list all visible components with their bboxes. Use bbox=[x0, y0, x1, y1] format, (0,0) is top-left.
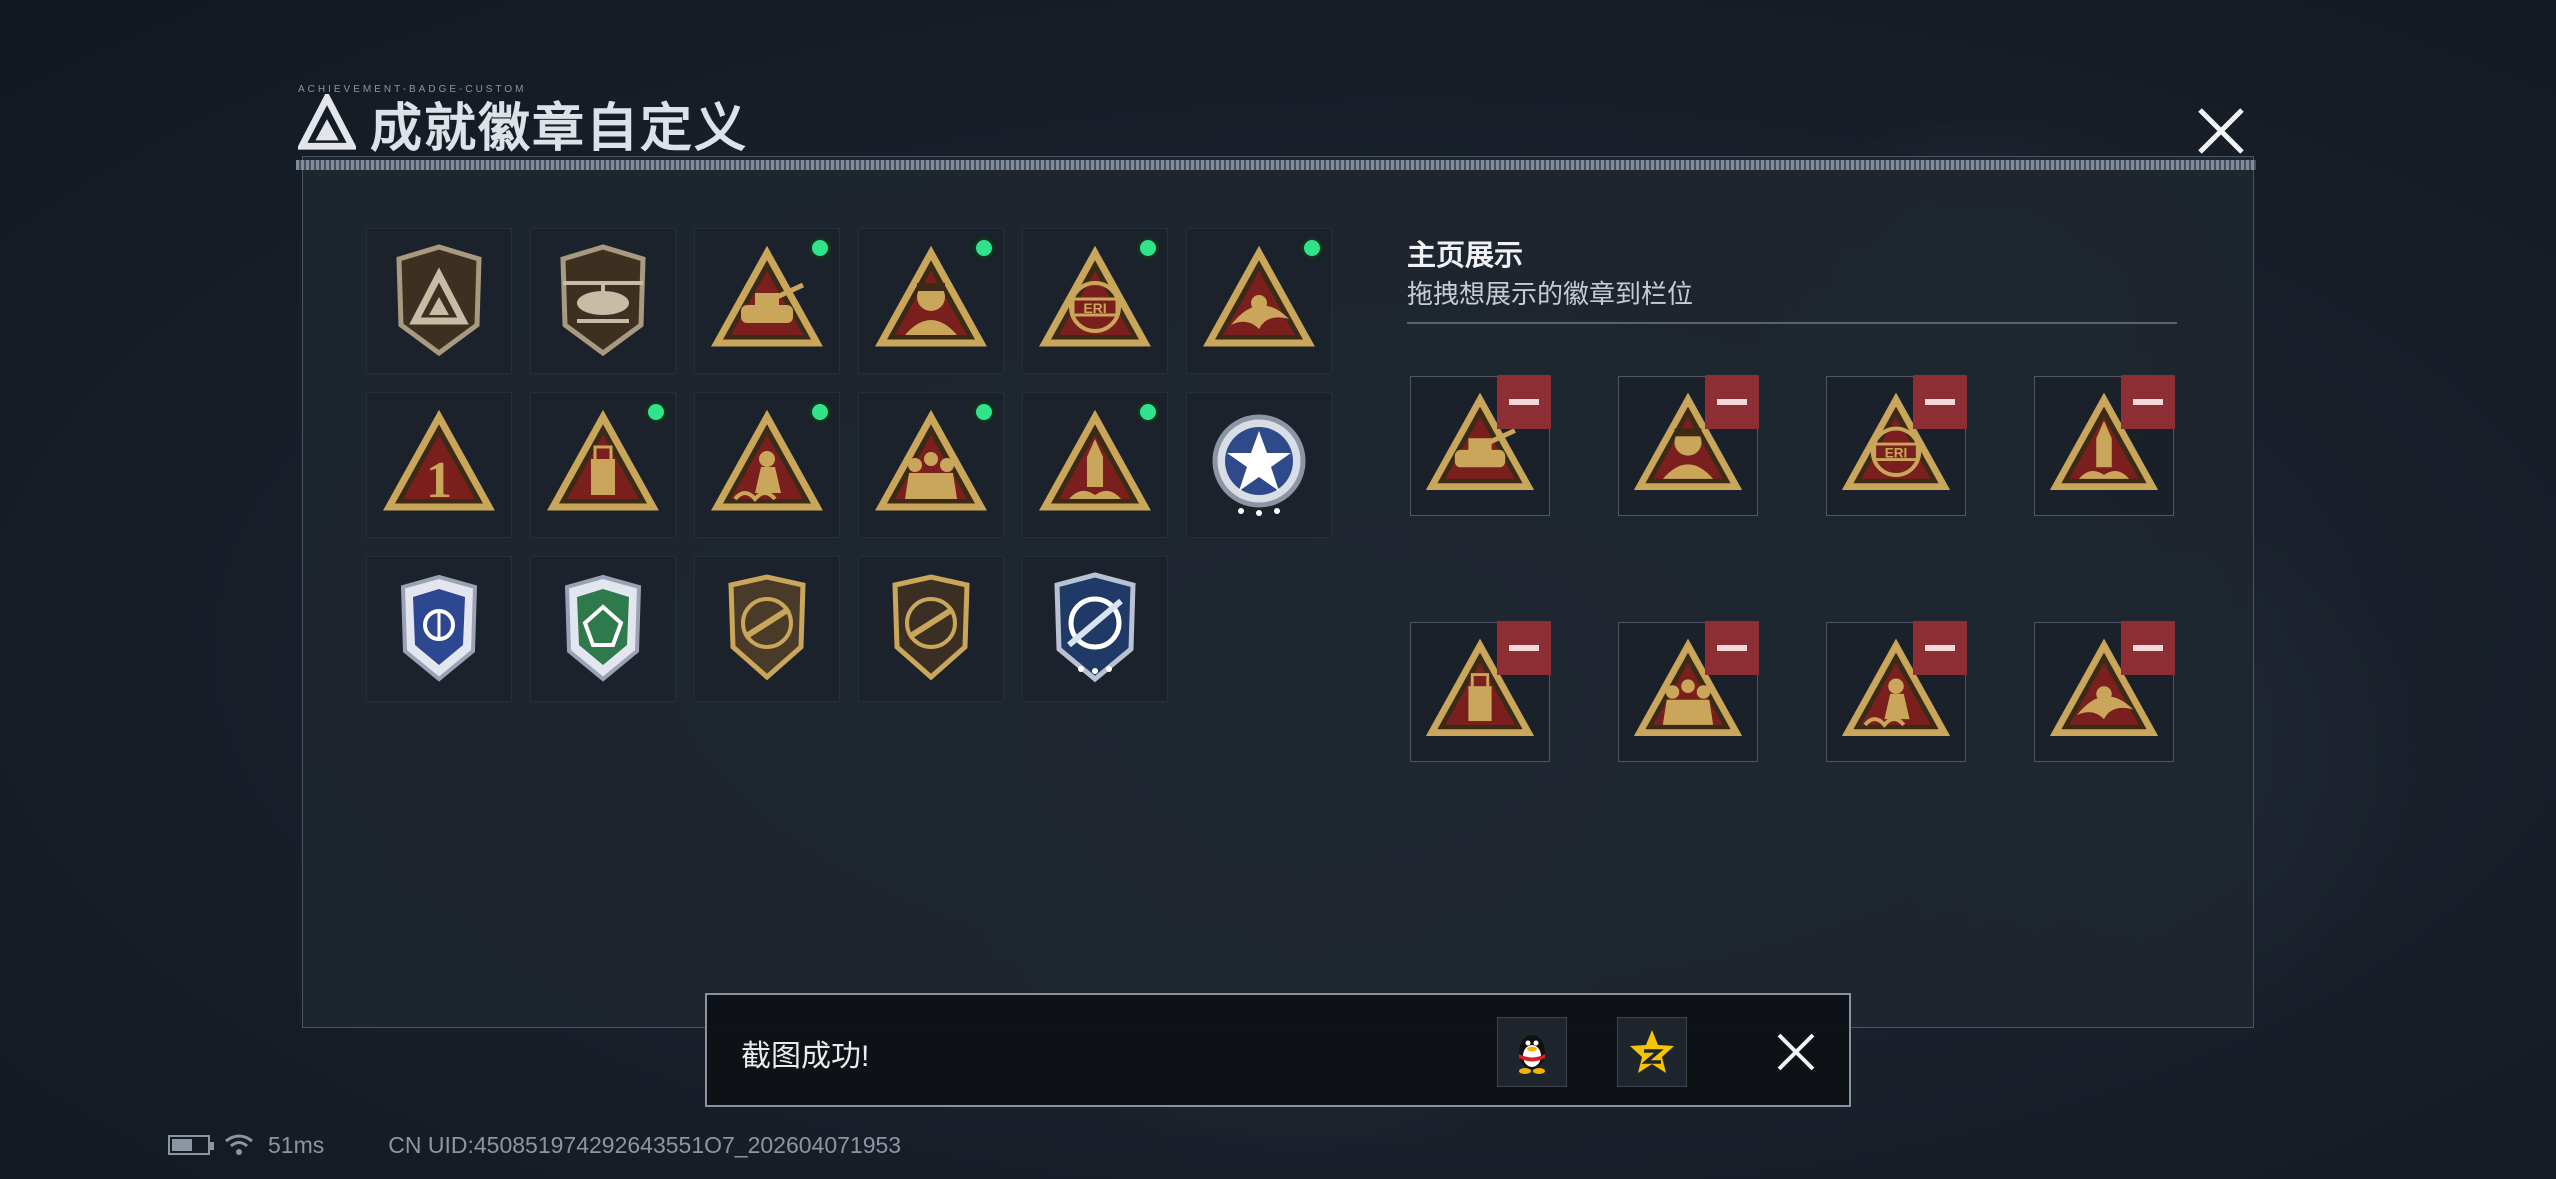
toast-close-icon[interactable] bbox=[1769, 1025, 1823, 1079]
crosshair-shield-badge-icon bbox=[1054, 572, 1136, 683]
badge-slot[interactable] bbox=[694, 392, 840, 538]
badge-slot[interactable] bbox=[366, 556, 512, 702]
new-indicator bbox=[1137, 401, 1159, 423]
svg-text:ERI: ERI bbox=[1083, 300, 1106, 316]
usb-triangle-badge-icon bbox=[547, 409, 659, 511]
minus-icon bbox=[2133, 399, 2163, 405]
display-slot[interactable] bbox=[1410, 375, 1551, 516]
display-slot[interactable] bbox=[1826, 621, 1967, 762]
minus-icon bbox=[1717, 399, 1747, 405]
new-indicator bbox=[1301, 237, 1323, 259]
rocket-triangle-badge-icon bbox=[1039, 409, 1151, 511]
status-bar: 51ms CN UID:450851974292643551O7_2026040… bbox=[168, 1130, 901, 1160]
display-slot[interactable] bbox=[1410, 621, 1551, 762]
share-qq-button[interactable] bbox=[1497, 1017, 1567, 1087]
badge-slot[interactable] bbox=[858, 228, 1004, 374]
badge-slot[interactable] bbox=[1186, 392, 1332, 538]
qzone-star-icon bbox=[1630, 1030, 1674, 1073]
player-uid: CN UID:450851974292643551O7_202604071953 bbox=[388, 1131, 902, 1158]
badge-slot[interactable] bbox=[530, 228, 676, 374]
badge-slot[interactable] bbox=[1186, 228, 1332, 374]
remove-badge-button[interactable] bbox=[1705, 621, 1759, 675]
display-slot[interactable] bbox=[1618, 621, 1759, 762]
svg-text:1: 1 bbox=[426, 452, 452, 509]
qq-penguin-icon bbox=[1519, 1035, 1545, 1074]
fighter-wave-triangle-badge-icon bbox=[711, 409, 823, 511]
minus-icon bbox=[2133, 645, 2163, 651]
helicopter-shield-badge-icon bbox=[560, 244, 646, 357]
minus-icon bbox=[1717, 645, 1747, 651]
badge-slot[interactable] bbox=[530, 392, 676, 538]
tank-triangle-badge-icon bbox=[711, 245, 823, 347]
remove-badge-button[interactable] bbox=[1913, 621, 1967, 675]
panel-header-stripe bbox=[296, 160, 2256, 170]
hand-triangle-badge-icon bbox=[1203, 245, 1315, 347]
minus-icon bbox=[1925, 399, 1955, 405]
remove-badge-button[interactable] bbox=[1913, 375, 1967, 429]
divider bbox=[1407, 322, 2177, 324]
display-slot[interactable] bbox=[1618, 375, 1759, 516]
remove-badge-button[interactable] bbox=[2121, 375, 2175, 429]
display-section-title: 主页展示 bbox=[1407, 240, 1524, 272]
new-indicator bbox=[973, 237, 995, 259]
display-section-subtitle: 拖拽想展示的徽章到栏位 bbox=[1407, 279, 1694, 309]
eri-globe-triangle-badge-icon: ERI bbox=[1039, 245, 1151, 347]
remove-badge-button[interactable] bbox=[2121, 621, 2175, 675]
game-logo-icon bbox=[298, 94, 356, 150]
minus-icon bbox=[1925, 645, 1955, 651]
battery-icon bbox=[168, 1135, 214, 1155]
badge-slot[interactable] bbox=[694, 556, 840, 702]
shield-logo-badge-icon bbox=[396, 244, 482, 357]
badge-slot[interactable] bbox=[530, 556, 676, 702]
window-title: 成就徽章自定义 bbox=[370, 99, 749, 158]
badge-slot[interactable] bbox=[1022, 392, 1168, 538]
new-indicator bbox=[809, 401, 831, 423]
screenshot-toast: 截图成功! bbox=[705, 993, 1851, 1107]
blue-shield-badge-icon bbox=[400, 574, 478, 682]
squad-triangle-badge-icon bbox=[875, 409, 987, 511]
window-title-bar: 成就徽章自定义 bbox=[298, 88, 748, 158]
remove-badge-button[interactable] bbox=[1705, 375, 1759, 429]
new-indicator bbox=[809, 237, 831, 259]
remove-badge-button[interactable] bbox=[1497, 375, 1551, 429]
wifi-icon bbox=[225, 1134, 253, 1155]
ping-value: 51ms bbox=[268, 1131, 325, 1158]
badge-slot[interactable]: 1 bbox=[366, 392, 512, 538]
badge-slot[interactable] bbox=[366, 228, 512, 374]
badge-slot[interactable] bbox=[694, 228, 840, 374]
star-wreath-badge-icon bbox=[1212, 414, 1306, 516]
rifle-shield-badge-icon bbox=[728, 574, 806, 681]
display-slot[interactable] bbox=[2034, 375, 2175, 516]
display-slot[interactable]: ERI bbox=[1826, 375, 1967, 516]
minus-icon bbox=[1509, 645, 1539, 651]
share-qzone-button[interactable] bbox=[1617, 1017, 1687, 1087]
green-shield-badge-icon bbox=[564, 574, 642, 682]
new-indicator bbox=[1137, 237, 1159, 259]
toast-message: 截图成功! bbox=[741, 1040, 870, 1073]
rifle-shield-dark-badge-icon bbox=[892, 574, 970, 681]
new-indicator bbox=[645, 401, 667, 423]
badge-slot[interactable] bbox=[858, 556, 1004, 702]
badge-slot[interactable]: ERI bbox=[1022, 228, 1168, 374]
number-one-triangle-badge-icon: 1 bbox=[383, 409, 495, 511]
badge-slot[interactable] bbox=[858, 392, 1004, 538]
badge-slot[interactable] bbox=[1022, 556, 1168, 702]
svg-text:ERI: ERI bbox=[1885, 446, 1908, 461]
remove-badge-button[interactable] bbox=[1497, 621, 1551, 675]
new-indicator bbox=[973, 401, 995, 423]
minus-icon bbox=[1509, 399, 1539, 405]
display-slot[interactable] bbox=[2034, 621, 2175, 762]
soldier-bust-triangle-badge-icon bbox=[875, 245, 987, 347]
